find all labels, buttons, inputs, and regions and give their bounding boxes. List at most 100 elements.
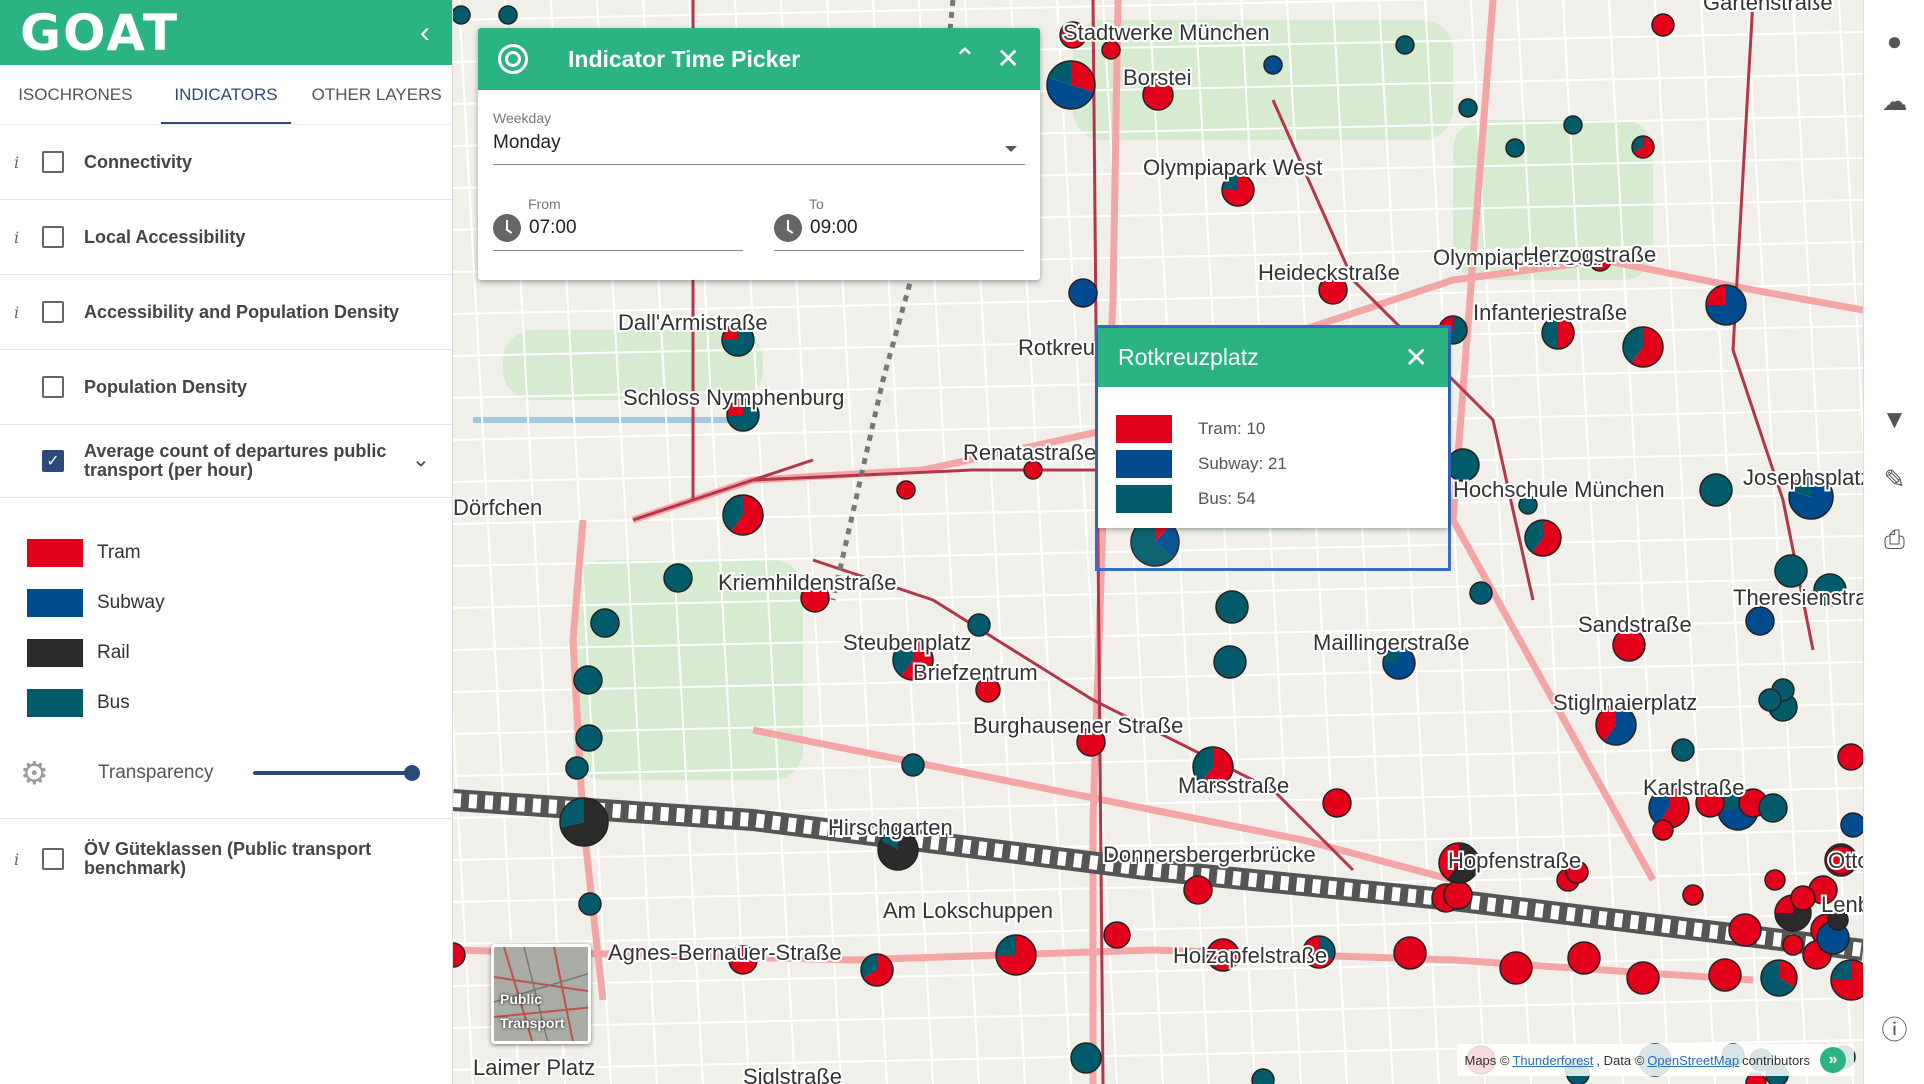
- info-icon[interactable]: i: [14, 228, 28, 247]
- cloud-icon[interactable]: ☁: [1864, 86, 1924, 117]
- station-marker[interactable]: [1524, 519, 1562, 557]
- station-marker[interactable]: [901, 753, 925, 777]
- baselayer-switcher[interactable]: Public Transport: [491, 944, 591, 1044]
- clock-icon: [493, 214, 521, 242]
- station-marker[interactable]: [1774, 554, 1808, 588]
- station-marker[interactable]: [1830, 959, 1863, 1001]
- filter-icon[interactable]: ▼: [1864, 404, 1924, 435]
- station-marker[interactable]: [722, 494, 764, 536]
- station-marker[interactable]: [1263, 55, 1283, 75]
- from-time-field[interactable]: From 07:00: [493, 196, 743, 251]
- station-marker[interactable]: [1782, 934, 1804, 956]
- station-marker[interactable]: [1251, 1068, 1275, 1084]
- popup-row-bus: Bus: 54: [1098, 481, 1448, 516]
- station-marker[interactable]: [1215, 590, 1249, 624]
- oev-checkbox[interactable]: [42, 848, 64, 870]
- station-marker[interactable]: [896, 480, 916, 500]
- station-marker[interactable]: [1626, 961, 1660, 995]
- station-marker[interactable]: [498, 5, 518, 25]
- close-panel-button[interactable]: ✕: [997, 45, 1020, 73]
- station-marker[interactable]: [1046, 60, 1096, 110]
- info-icon[interactable]: i: [14, 153, 28, 172]
- station-marker[interactable]: [1699, 473, 1733, 507]
- osm-link[interactable]: OpenStreetMap: [1647, 1053, 1739, 1068]
- close-icon[interactable]: ✕: [1405, 341, 1428, 374]
- station-marker[interactable]: [1745, 606, 1775, 636]
- station-marker[interactable]: [575, 724, 603, 752]
- station-marker[interactable]: [1764, 869, 1786, 891]
- station-marker[interactable]: [1213, 645, 1247, 679]
- station-marker[interactable]: [1837, 743, 1863, 771]
- thunderforest-link[interactable]: Thunderforest: [1512, 1053, 1593, 1068]
- station-marker[interactable]: [1505, 138, 1525, 158]
- user-icon[interactable]: ●: [1864, 26, 1924, 57]
- station-marker[interactable]: [1631, 135, 1655, 159]
- station-marker[interactable]: [1183, 875, 1213, 905]
- layer-local-accessibility[interactable]: i Local Accessibility: [0, 200, 452, 275]
- station-marker[interactable]: [1393, 936, 1427, 970]
- station-marker[interactable]: [1758, 793, 1788, 823]
- station-marker[interactable]: [1651, 13, 1675, 37]
- station-marker[interactable]: [1070, 1042, 1102, 1074]
- local-accessibility-checkbox[interactable]: [42, 226, 64, 248]
- transparency-slider[interactable]: [253, 765, 420, 781]
- station-marker[interactable]: [1499, 951, 1533, 985]
- population-density-checkbox[interactable]: [42, 376, 64, 398]
- connectivity-checkbox[interactable]: [42, 151, 64, 173]
- station-marker[interactable]: [453, 5, 471, 25]
- station-marker[interactable]: [453, 942, 466, 968]
- slider-thumb[interactable]: [404, 765, 420, 781]
- station-marker[interactable]: [1103, 921, 1131, 949]
- station-marker[interactable]: [1443, 880, 1473, 910]
- info-icon[interactable]: i: [14, 303, 28, 322]
- chevron-down-icon[interactable]: ⌄: [412, 447, 430, 473]
- info-icon[interactable]: i: [14, 850, 28, 869]
- station-marker[interactable]: [1760, 959, 1798, 997]
- layer-population-density[interactable]: Population Density: [0, 350, 452, 425]
- station-marker[interactable]: [1840, 812, 1863, 838]
- station-marker[interactable]: [1728, 913, 1762, 947]
- station-marker[interactable]: [995, 934, 1037, 976]
- station-marker[interactable]: [573, 665, 603, 695]
- station-marker[interactable]: [1705, 284, 1747, 326]
- tab-other-layers[interactable]: OTHER LAYERS: [301, 65, 452, 124]
- station-marker[interactable]: [1708, 958, 1742, 992]
- station-marker[interactable]: [1458, 98, 1478, 118]
- weekday-select[interactable]: Weekday Monday: [493, 110, 1025, 165]
- station-marker[interactable]: [1790, 885, 1816, 911]
- edit-icon[interactable]: ✎: [1864, 464, 1924, 495]
- layer-accessibility-population[interactable]: i Accessibility and Population Density: [0, 275, 452, 350]
- station-marker[interactable]: [1567, 941, 1601, 975]
- station-marker[interactable]: [663, 563, 693, 593]
- station-marker[interactable]: [578, 892, 602, 916]
- accessibility-population-checkbox[interactable]: [42, 301, 64, 323]
- station-marker[interactable]: [1671, 738, 1695, 762]
- collapse-panel-button[interactable]: ⌃: [953, 45, 976, 73]
- info-circle-icon[interactable]: ⓘ: [1864, 1010, 1924, 1047]
- station-marker[interactable]: [1469, 581, 1493, 605]
- station-marker[interactable]: [1563, 115, 1583, 135]
- departures-checkbox[interactable]: ✓: [42, 450, 64, 472]
- subway-swatch: [1116, 449, 1172, 478]
- station-marker[interactable]: [1622, 326, 1664, 368]
- transparency-control: ⚙ Transparency: [0, 728, 452, 819]
- layer-departures[interactable]: ✓ Average count of departures public tra…: [0, 425, 452, 498]
- station-marker[interactable]: [1758, 688, 1782, 712]
- station-marker[interactable]: [1068, 278, 1098, 308]
- station-marker[interactable]: [1395, 35, 1415, 55]
- print-icon[interactable]: ⎙: [1864, 524, 1924, 556]
- station-marker[interactable]: [1322, 788, 1352, 818]
- station-marker[interactable]: [1652, 819, 1674, 841]
- station-marker[interactable]: [565, 756, 589, 780]
- tab-indicators[interactable]: INDICATORS: [151, 65, 302, 124]
- tab-isochrones[interactable]: ISOCHRONES: [0, 65, 151, 124]
- station-marker[interactable]: [559, 797, 609, 847]
- collapse-sidebar-button[interactable]: ‹: [420, 17, 430, 48]
- station-marker[interactable]: [860, 953, 894, 987]
- attribution-toggle-button[interactable]: »: [1820, 1047, 1846, 1073]
- layer-oev-gueteklassen[interactable]: i ÖV Güteklassen (Public transport bench…: [0, 819, 452, 899]
- station-marker[interactable]: [590, 608, 620, 638]
- layer-connectivity[interactable]: i Connectivity: [0, 125, 452, 200]
- station-marker[interactable]: [1682, 884, 1704, 906]
- to-time-field[interactable]: To 09:00: [774, 196, 1024, 251]
